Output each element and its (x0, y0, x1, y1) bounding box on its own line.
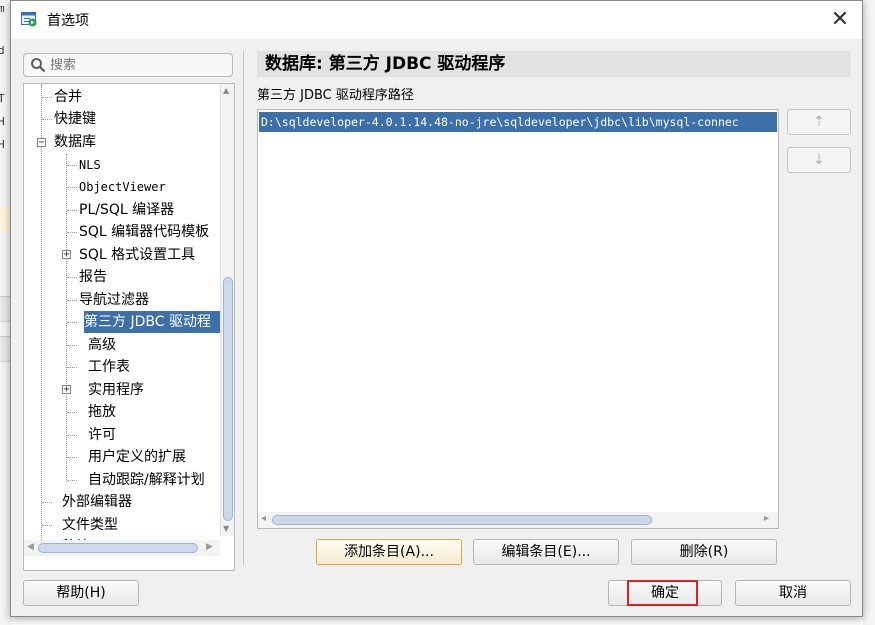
tree-item-navigation-filter[interactable]: 导航过滤器 (79, 289, 149, 311)
add-entry-button[interactable]: 添加条目(A)... (316, 539, 462, 565)
search-icon (31, 58, 46, 73)
collapse-toggle-icon[interactable]: − (37, 138, 46, 148)
list-horizontal-scrollbar[interactable]: ◂ ▸ (258, 512, 778, 528)
tree-item-database[interactable]: 数据库 (54, 131, 96, 153)
tree-item-license[interactable]: 许可 (88, 424, 116, 446)
background-window-strip-right (863, 0, 875, 625)
close-icon[interactable]: ✕ (826, 6, 854, 34)
cancel-button[interactable]: 取消 (735, 580, 851, 606)
tree-connector (42, 502, 52, 503)
scroll-right-arrow-icon[interactable]: ▶ (206, 542, 213, 552)
tree-horizontal-scrollbar[interactable]: ◀ ▶ (24, 540, 220, 556)
tree-item-merge[interactable]: 合并 (54, 86, 82, 108)
tree-item-advanced[interactable]: 高级 (88, 334, 116, 356)
scroll-up-arrow-icon[interactable]: ▲ (223, 86, 229, 95)
page-title: 数据库: 第三方 JDBC 驱动程序 (257, 51, 851, 77)
preferences-dialog: 首选项 ✕ 合并 快捷键 − 数据库 NLS ObjectViewer PL/S… (10, 0, 863, 617)
background-char: m (0, 2, 5, 15)
tree-item-worksheet[interactable]: 工作表 (88, 356, 130, 378)
preferences-tree[interactable]: 合并 快捷键 − 数据库 NLS ObjectViewer PL/SQL 编译器… (23, 83, 235, 571)
expand-toggle-icon[interactable]: + (62, 385, 71, 395)
tree-item-external-editor[interactable]: 外部编辑器 (62, 491, 132, 513)
tree-connector (67, 457, 77, 458)
tree-scroll-thumb[interactable] (223, 277, 233, 521)
list-item[interactable]: D:\sqldeveloper-4.0.1.14.48-no-jre\sqlde… (259, 112, 777, 132)
tree-item-user-extensions[interactable]: 用户定义的扩展 (88, 446, 186, 468)
ok-button-highlight-box (627, 580, 698, 606)
tree-item-shortcut-keys[interactable]: 快捷键 (54, 108, 96, 130)
tree-connector (67, 277, 77, 278)
scroll-right-arrow-icon[interactable]: ▸ (764, 513, 769, 524)
dialog-title: 首选项 (47, 13, 89, 29)
tree-item-third-party-jdbc[interactable]: 第三方 JDBC 驱动程 (84, 311, 220, 333)
tree-connector (67, 300, 77, 301)
edit-entry-button[interactable]: 编辑条目(E)... (473, 539, 619, 565)
tree-item-drag-drop[interactable]: 拖放 (88, 401, 116, 423)
tree-connector (67, 480, 77, 481)
tree-hscroll-thumb[interactable] (38, 543, 198, 553)
tree-connector (42, 97, 52, 98)
dialog-titlebar[interactable]: 首选项 ✕ (11, 1, 862, 39)
tree-item-plsql-compiler[interactable]: PL/SQL 编译器 (79, 199, 174, 221)
tree-connector (67, 435, 77, 436)
scroll-left-arrow-icon[interactable]: ◀ (27, 542, 34, 552)
tree-connector (41, 84, 42, 554)
tree-vertical-scrollbar[interactable]: ▲ ▼ (220, 84, 234, 536)
scroll-down-arrow-icon[interactable]: ▼ (223, 524, 229, 533)
tree-connector (67, 322, 77, 323)
list-hscroll-thumb[interactable] (272, 515, 652, 525)
tree-connector (67, 345, 77, 346)
tree-item-sql-editor-templates[interactable]: SQL 编辑器代码模板 (79, 221, 209, 243)
help-button[interactable]: 帮助(H) (23, 580, 139, 606)
tree-connector (67, 367, 77, 368)
tree-item-nls[interactable]: NLS (79, 154, 101, 176)
tree-item-objectviewer[interactable]: ObjectViewer (79, 176, 166, 198)
tree-connector (67, 187, 77, 188)
tree-connector (67, 232, 77, 233)
tree-connector (67, 210, 77, 211)
tree-connector (67, 412, 77, 413)
panel-divider[interactable] (243, 51, 244, 565)
tree-item-reports[interactable]: 报告 (79, 266, 107, 288)
tree-item-autotrace[interactable]: 自动跟踪/解释计划 (88, 469, 205, 491)
search-field[interactable] (23, 53, 233, 77)
tree-item-file-types[interactable]: 文件类型 (62, 514, 118, 536)
background-char: H (0, 138, 5, 151)
tree-connector (42, 525, 52, 526)
scroll-left-arrow-icon[interactable]: ◂ (261, 513, 266, 524)
search-input[interactable] (50, 56, 220, 74)
tree-item-utilities[interactable]: 实用程序 (88, 379, 144, 401)
tree-connector (67, 165, 77, 166)
delete-button[interactable]: 删除(R) (631, 539, 777, 565)
driver-path-label: 第三方 JDBC 驱动程序路径 (257, 88, 414, 103)
background-char: d (0, 44, 5, 57)
tree-item-sql-formatter[interactable]: SQL 格式设置工具 (79, 244, 195, 266)
driver-path-list[interactable]: D:\sqldeveloper-4.0.1.14.48-no-jre\sqlde… (257, 109, 779, 529)
move-up-button[interactable]: ⇡ (787, 109, 851, 135)
tree-connector (66, 154, 67, 482)
move-down-button[interactable]: ⇣ (787, 147, 851, 173)
background-char: T (0, 92, 5, 105)
preferences-app-icon (21, 12, 37, 27)
expand-toggle-icon[interactable]: + (62, 250, 71, 260)
background-char: H (0, 115, 5, 128)
tree-connector (42, 119, 52, 120)
